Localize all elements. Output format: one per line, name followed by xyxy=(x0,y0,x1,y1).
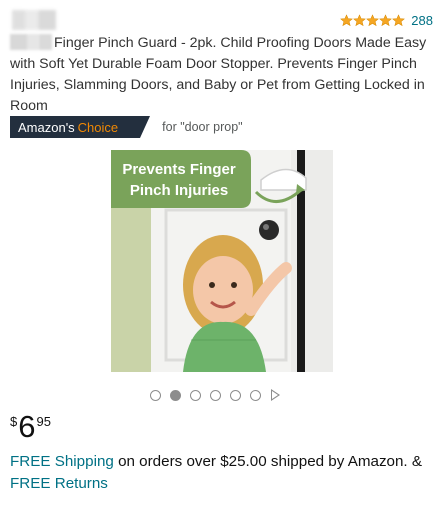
overlay-line-1: Prevents Finger xyxy=(122,161,236,178)
star-icon xyxy=(366,13,380,26)
play-video-icon[interactable] xyxy=(271,389,280,401)
image-carousel-dots xyxy=(150,388,280,402)
shipping-info: FREE Shipping on orders over $25.00 ship… xyxy=(10,451,435,495)
carousel-dot[interactable] xyxy=(210,389,221,401)
amazons-choice-row: Amazon's Choice for "door prop" xyxy=(10,116,243,138)
brand-name-blurred xyxy=(10,34,52,50)
star-rating xyxy=(340,13,406,27)
carousel-dot[interactable] xyxy=(230,389,241,401)
brand-logo-blurred xyxy=(12,10,56,30)
shipping-text: on orders over $25.00 shipped by Amazon.… xyxy=(113,453,423,470)
product-title[interactable]: Finger Pinch Guard - 2pk. Child Proofing… xyxy=(10,33,435,117)
product-photo: Prevents Finger Pinch Injuries xyxy=(111,150,333,372)
rating-count-link[interactable]: 288 xyxy=(411,13,433,28)
carousel-dot-active[interactable] xyxy=(170,389,181,401)
product-image[interactable]: Prevents Finger Pinch Injuries xyxy=(111,150,333,372)
star-icon xyxy=(340,13,354,26)
overlay-line-2: Pinch Injuries xyxy=(130,182,228,199)
star-icon xyxy=(379,13,393,26)
product-title-text[interactable]: Finger Pinch Guard - 2pk. Child Proofing… xyxy=(10,35,426,114)
star-icon xyxy=(392,13,406,26)
amazons-choice-badge: Amazon's Choice xyxy=(10,116,151,138)
carousel-dot[interactable] xyxy=(150,389,161,401)
badge-for-text: for "door prop" xyxy=(162,120,243,134)
badge-brand: Amazon's xyxy=(18,119,75,135)
price-fraction: 95 xyxy=(36,414,51,429)
card-header: 288 xyxy=(10,10,435,30)
free-returns-link[interactable]: FREE Returns xyxy=(10,475,108,492)
free-shipping-link[interactable]: FREE Shipping xyxy=(10,453,114,470)
price-symbol: $ xyxy=(10,414,18,429)
product-card[interactable]: 288 Finger Pinch Guard - 2pk. Child Proo… xyxy=(0,0,445,505)
star-icon xyxy=(353,13,367,26)
badge-choice: Choice xyxy=(77,119,119,135)
price-whole: 6 xyxy=(18,409,36,444)
rating[interactable]: 288 xyxy=(340,12,433,28)
carousel-dot[interactable] xyxy=(190,389,201,401)
price: $ 6 95 xyxy=(10,410,51,446)
carousel-dot[interactable] xyxy=(250,389,261,401)
